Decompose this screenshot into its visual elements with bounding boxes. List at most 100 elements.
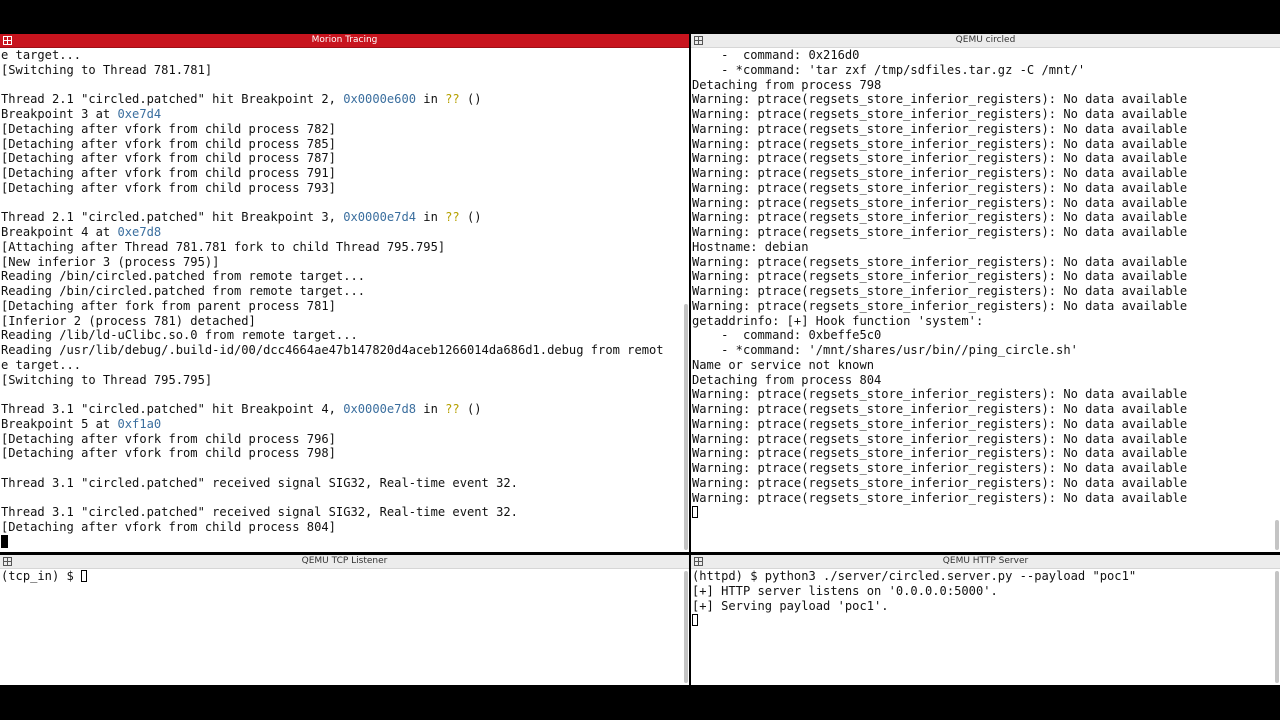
- address-value: 0xe7d8: [117, 225, 162, 239]
- terminal-line: Warning: ptrace(regsets_store_inferior_r…: [692, 210, 1188, 225]
- terminal-line: Warning: ptrace(regsets_store_inferior_r…: [692, 92, 1188, 107]
- terminal-pane-icon[interactable]: [694, 36, 703, 45]
- terminal-line: Warning: ptrace(regsets_store_inferior_r…: [692, 180, 1188, 195]
- pane-qemu-http-server[interactable]: QEMU HTTP Server (httpd) $ python3 ./ser…: [691, 555, 1280, 685]
- pane-titlebar[interactable]: QEMU TCP Listener: [0, 555, 689, 569]
- terminal-line: Warning: ptrace(regsets_store_inferior_r…: [692, 195, 1188, 210]
- terminal-line: Thread 3.1 "circled.patched" hit Breakpo…: [1, 402, 482, 416]
- address-value: 0x0000e600: [343, 92, 417, 107]
- terminal-line: [Attaching after Thread 781.781 fork to …: [1, 239, 446, 254]
- terminal-line: (httpd) $ python3 ./server/circled.serve…: [692, 569, 1137, 583]
- terminal-line: Breakpoint 5 at 0xf1a0: [1, 416, 162, 431]
- pane-titlebar[interactable]: Morion Tracing: [0, 34, 689, 48]
- terminal-pane-icon[interactable]: [3, 36, 12, 45]
- pane-titlebar[interactable]: QEMU HTTP Server: [691, 555, 1280, 569]
- terminal-line: Warning: ptrace(regsets_store_inferior_r…: [692, 166, 1188, 180]
- terminal-line: Thread 3.1 "circled.patched" received si…: [1, 475, 518, 490]
- terminal-output[interactable]: (tcp_in) $: [1, 569, 681, 685]
- terminal-line: - *command: '/mnt/shares/usr/bin//ping_c…: [692, 343, 1078, 357]
- terminal-line: Thread 2.1 "circled.patched" hit Breakpo…: [1, 92, 482, 107]
- terminal-line: Breakpoint 3 at 0xe7d4: [1, 107, 162, 121]
- terminal-line: Warning: ptrace(regsets_store_inferior_r…: [692, 416, 1188, 431]
- terminal-line: Warning: ptrace(regsets_store_inferior_r…: [692, 475, 1188, 490]
- pane-qemu-tcp-listener[interactable]: QEMU TCP Listener (tcp_in) $: [0, 555, 689, 685]
- terminal-line: [Detaching after vfork from child proces…: [1, 446, 336, 461]
- terminal-line: Detaching from process 804: [692, 372, 882, 387]
- pane-qemu-circled[interactable]: QEMU circled - command: 0x216d0 - *comma…: [691, 34, 1280, 552]
- terminal-line: Warning: ptrace(regsets_store_inferior_r…: [692, 269, 1188, 284]
- unknown-symbol: ??: [445, 402, 460, 416]
- terminal-line: Warning: ptrace(regsets_store_inferior_r…: [692, 298, 1188, 313]
- terminal-line: Warning: ptrace(regsets_store_inferior_r…: [692, 387, 1188, 402]
- terminal-line: Warning: ptrace(regsets_store_inferior_r…: [692, 254, 1188, 269]
- terminal-line: [Detaching after vfork from child proces…: [1, 520, 336, 534]
- scrollbar[interactable]: [1275, 520, 1279, 550]
- terminal-line: [New inferior 3 (process 795)]: [1, 254, 220, 269]
- terminal-line: Breakpoint 4 at 0xe7d8: [1, 225, 162, 239]
- terminal-line: Warning: ptrace(regsets_store_inferior_r…: [692, 121, 1188, 136]
- terminal-line: Detaching from process 798: [692, 77, 882, 92]
- terminal-line: Warning: ptrace(regsets_store_inferior_r…: [692, 461, 1188, 475]
- scrollbar[interactable]: [1275, 571, 1279, 683]
- terminal-output[interactable]: e target... [Switching to Thread 781.781]…: [1, 48, 681, 552]
- pane-title: QEMU circled: [955, 35, 1016, 45]
- terminal-output[interactable]: (httpd) $ python3 ./server/circled.serve…: [692, 569, 1272, 685]
- terminal-line: [Detaching after vfork from child proces…: [1, 121, 336, 136]
- text-cursor: [81, 570, 88, 582]
- terminal-pane-icon[interactable]: [3, 557, 12, 566]
- terminal-line: Warning: ptrace(regsets_store_inferior_r…: [692, 284, 1188, 298]
- terminal-line: [Detaching after vfork from child proces…: [1, 136, 336, 151]
- address-value: 0x0000e7d4: [343, 210, 417, 225]
- pane-morion-tracing[interactable]: Morion Tracing e target... [Switching to …: [0, 34, 689, 552]
- terminal-line: Warning: ptrace(regsets_store_inferior_r…: [692, 151, 1188, 166]
- terminal-line: Warning: ptrace(regsets_store_inferior_r…: [692, 107, 1188, 121]
- address-value: 0x0000e7d8: [343, 402, 417, 416]
- terminal-line: Thread 3.1 "circled.patched" received si…: [1, 505, 518, 520]
- scrollbar[interactable]: [684, 304, 688, 550]
- terminal-line: Warning: ptrace(regsets_store_inferior_r…: [692, 431, 1188, 446]
- pane-title: QEMU HTTP Server: [942, 556, 1029, 566]
- terminal-line: Warning: ptrace(regsets_store_inferior_r…: [692, 225, 1188, 239]
- address-value: 0xe7d4: [117, 107, 162, 121]
- terminal-line: [Detaching after vfork from child proces…: [1, 180, 336, 195]
- scrollbar[interactable]: [684, 571, 688, 683]
- terminal-line: Name or service not known: [692, 357, 875, 372]
- terminal-line: [Detaching after vfork from child proces…: [1, 166, 336, 180]
- terminal-line: Warning: ptrace(regsets_store_inferior_r…: [692, 136, 1188, 151]
- terminal-line: Reading /bin/circled.patched from remote…: [1, 269, 366, 284]
- unknown-symbol: ??: [445, 92, 460, 107]
- terminal-line: [+] HTTP server listens on '0.0.0.0:5000…: [692, 583, 998, 598]
- terminal-line: [Detaching after vfork from child proces…: [1, 431, 336, 446]
- terminal-output[interactable]: - command: 0x216d0 - *command: 'tar zxf …: [692, 48, 1272, 552]
- terminal-line: [Inferior 2 (process 781) detached]: [1, 313, 256, 328]
- pane-titlebar[interactable]: QEMU circled: [691, 34, 1280, 48]
- terminal-line: [Switching to Thread 781.781]: [1, 62, 213, 77]
- terminal-line: Reading /lib/ld-uClibc.so.0 from remote …: [1, 328, 358, 343]
- terminal-line: [Switching to Thread 795.795]: [1, 372, 213, 387]
- address-value: 0xf1a0: [117, 416, 162, 431]
- terminal-line: [Detaching after fork from parent proces…: [1, 298, 336, 313]
- terminal-line: Thread 2.1 "circled.patched" hit Breakpo…: [1, 210, 482, 225]
- pane-title: QEMU TCP Listener: [301, 556, 388, 566]
- terminal-line: e target...: [1, 357, 82, 372]
- shell-prompt: (tcp_in) $: [1, 569, 82, 583]
- terminal-line: Warning: ptrace(regsets_store_inferior_r…: [692, 490, 1188, 505]
- terminal-line: getaddrinfo: [+] Hook function 'system':: [692, 313, 984, 328]
- terminal-line: Warning: ptrace(regsets_store_inferior_r…: [692, 446, 1188, 461]
- terminal-line: Reading /bin/circled.patched from remote…: [1, 284, 366, 298]
- terminal-line: Reading /usr/lib/debug/.build-id/00/dcc4…: [1, 343, 664, 357]
- terminal-line: - command: 0x216d0: [692, 48, 860, 62]
- terminal-line: [+] Serving payload 'poc1'.: [692, 598, 889, 613]
- terminal-line: Warning: ptrace(regsets_store_inferior_r…: [692, 402, 1188, 416]
- text-cursor: [692, 506, 698, 519]
- terminal-line: [Detaching after vfork from child proces…: [1, 151, 336, 166]
- terminal-pane-icon[interactable]: [694, 557, 703, 566]
- terminal-line: - command: 0xbeffe5c0: [692, 328, 882, 343]
- text-cursor: [692, 614, 698, 627]
- text-cursor: [1, 534, 8, 548]
